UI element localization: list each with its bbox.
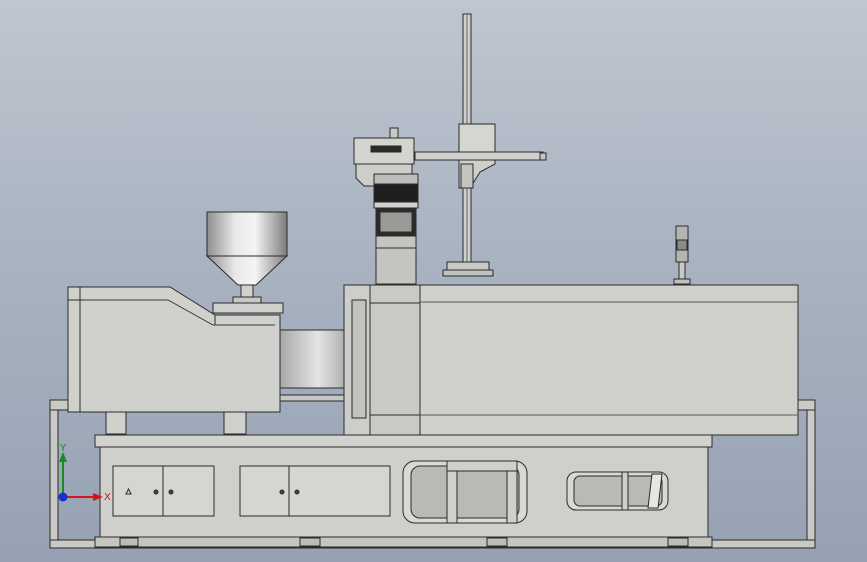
material-hopper (205, 211, 289, 314)
servo-motor-body (373, 173, 419, 285)
door-lock-icon (168, 489, 174, 495)
door-lock-icon (153, 489, 159, 495)
z-axis-origin-icon (58, 492, 68, 502)
cad-viewport[interactable]: Y X (0, 0, 867, 562)
clamp-unit-body (369, 284, 799, 436)
cabinet-door-middle[interactable] (239, 465, 391, 517)
robot-horizontal-arm (414, 151, 547, 161)
injection-unit-feet (105, 411, 247, 435)
cabinet-door-left[interactable] (112, 465, 215, 517)
injection-molding-machine-model[interactable]: Y X (0, 0, 867, 562)
door-lock-icon (294, 489, 300, 495)
y-axis-label: Y (59, 443, 67, 454)
x-axis-label: X (104, 492, 111, 503)
base-window-left (402, 460, 528, 524)
fixed-platen (343, 284, 373, 436)
door-lock-icon (279, 489, 285, 495)
signal-tower-lamp (673, 225, 691, 285)
base-window-right (566, 471, 669, 511)
